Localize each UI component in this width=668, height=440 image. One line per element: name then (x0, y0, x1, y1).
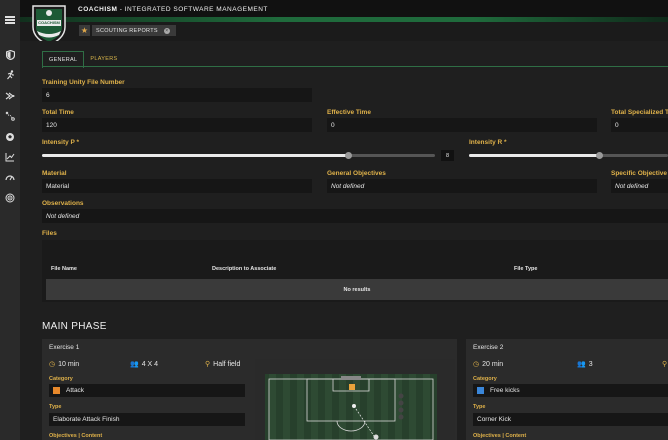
tactics-icon[interactable] (0, 107, 20, 125)
exercise-2-objectives-label: Objectives | Content (473, 433, 527, 439)
specific-objectives-label: Specific Objective (611, 170, 667, 177)
ball-icon[interactable] (0, 128, 20, 146)
exercise-1-category-label: Category (49, 376, 73, 382)
exercise-2-type-label: Type (473, 404, 486, 410)
specific-objectives-field[interactable]: Not defined (611, 179, 668, 193)
exercise-1-field: ⚲ Half field (205, 360, 241, 369)
exercise-2-type-field[interactable]: Corner Kick (473, 413, 668, 426)
exercise-1-category-value: Attack (66, 387, 85, 394)
exercise-2-category-field[interactable]: Free kicks (473, 384, 668, 397)
intensity-p-value: 8 (441, 150, 454, 161)
menu-icon[interactable] (0, 11, 20, 29)
column-header-file-name[interactable]: File Name (51, 266, 77, 272)
exercise-1-pitch-diagram[interactable] (255, 359, 455, 440)
location-pin-icon: ⚲ (205, 361, 211, 368)
intensity-p-slider-handle[interactable] (345, 152, 352, 159)
exercise-2-players-text: 3 (588, 360, 593, 368)
chip-label: SCOUTING REPORTS (96, 27, 158, 34)
logo-wordmark: COACHISM (38, 20, 60, 25)
intensity-p-label: Intensity P * (42, 139, 80, 146)
shield-icon[interactable] (0, 46, 20, 64)
material-field[interactable]: Material (42, 179, 312, 193)
effective-time-field[interactable]: 0 (327, 118, 597, 132)
intensity-r-slider-handle[interactable] (596, 152, 603, 159)
total-time-label: Total Time (42, 109, 74, 116)
exercise-1-players: 👥 4 X 4 (130, 360, 159, 369)
main-phase-title: MAIN PHASE (42, 321, 107, 332)
files-label: Files (42, 230, 57, 237)
total-specialized-field[interactable]: 0 (611, 118, 668, 132)
total-specialized-label: Total Specialized T (611, 109, 668, 116)
close-icon[interactable]: × (163, 27, 170, 34)
exercise-1-duration-text: 10 min (58, 360, 80, 368)
exercise-1-type-label: Type (49, 404, 62, 410)
target-icon[interactable] (0, 189, 20, 207)
effective-time-label: Effective Time (327, 109, 371, 116)
exercise-2-duration: ◷ 20 min (473, 360, 504, 369)
clock-icon: ◷ (49, 361, 56, 368)
training-unity-label: Training Unity File Number (42, 79, 125, 86)
intensity-p-slider-fill (42, 154, 349, 157)
training-unity-field[interactable]: 6 (42, 88, 312, 102)
exercise-2-category-label: Category (473, 376, 497, 382)
observations-label: Observations (42, 200, 84, 207)
exercise-2-category-value: Free kicks (490, 387, 520, 394)
runner-icon[interactable] (0, 66, 20, 84)
exercise-1-type-field[interactable]: Elaborate Attack Finish (49, 413, 245, 426)
sidebar-rail (0, 0, 20, 440)
material-label: Material (42, 170, 67, 177)
exercise-1-objectives-label: Objectives | Content (49, 433, 103, 439)
exercise-1-category-field[interactable]: Attack (49, 384, 245, 397)
exercise-2-title: Exercise 2 (473, 344, 504, 351)
total-time-field[interactable]: 120 (42, 118, 312, 132)
scouting-reports-chip[interactable]: SCOUTING REPORTS × (92, 25, 176, 36)
users-icon: 👥 (130, 361, 139, 368)
users-icon: 👥 (577, 361, 586, 368)
location-pin-icon: ⚲ (662, 361, 668, 368)
observations-field[interactable]: Not defined (42, 209, 668, 223)
category-color-swatch (53, 387, 60, 394)
clock-icon: ◷ (473, 361, 480, 368)
column-header-description[interactable]: Description to Associate (212, 266, 276, 272)
intensity-r-slider-fill (469, 154, 600, 157)
general-objectives-field[interactable]: Not defined (327, 179, 597, 193)
exercise-2-players: 👥 3 (577, 360, 593, 369)
exercise-1-field-text: Half field (213, 360, 241, 368)
intensity-r-label: Intensity R * (469, 139, 507, 146)
exercise-1-title: Exercise 1 (49, 344, 80, 351)
column-header-file-type[interactable]: File Type (514, 266, 537, 272)
general-objectives-label: General Objectives (327, 170, 386, 177)
exercise-2-duration-text: 20 min (482, 360, 504, 368)
category-color-swatch (477, 387, 484, 394)
app-title: COACHISM - INTEGRATED SOFTWARE MANAGEMEN… (78, 6, 268, 13)
coachism-logo[interactable]: COACHISM (29, 3, 69, 46)
drill-icon[interactable] (0, 87, 20, 105)
chart-icon[interactable] (0, 148, 20, 166)
exercise-2-location: ⚲ (662, 360, 667, 368)
tab-underline (42, 66, 668, 67)
favorite-star-icon[interactable]: ★ (79, 25, 90, 36)
speedometer-icon[interactable] (0, 169, 20, 187)
exercise-1-duration: ◷ 10 min (49, 360, 80, 369)
exercise-1-players-text: 4 X 4 (141, 360, 159, 368)
no-results-row: No results (46, 279, 668, 300)
app-root: COACHISM - INTEGRATED SOFTWARE MANAGEMEN… (0, 0, 668, 440)
